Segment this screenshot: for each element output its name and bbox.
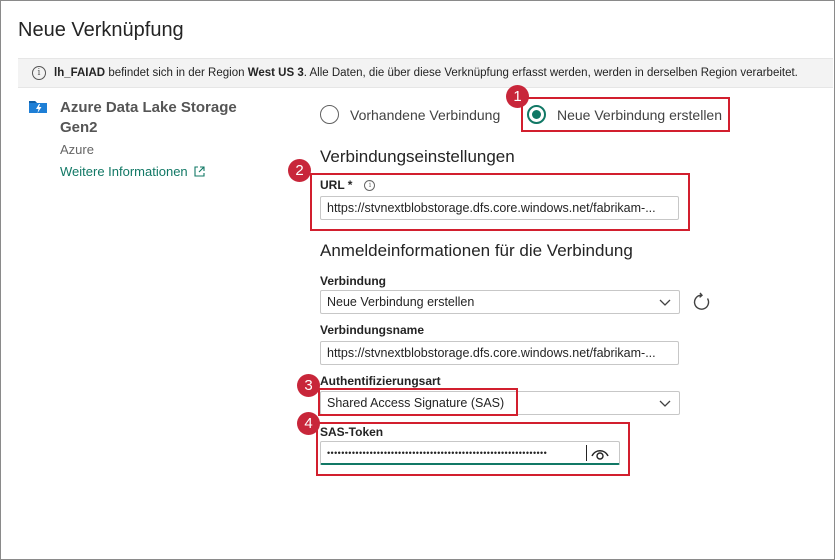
connection-name-input[interactable]: https://stvnextblobstorage.dfs.core.wind… [320, 341, 679, 365]
annotation-badge-2: 2 [288, 159, 311, 182]
radio-existing-connection[interactable]: Vorhandene Verbindung [320, 105, 500, 124]
more-info-link[interactable]: Weitere Informationen [60, 164, 205, 179]
radio-existing-circle[interactable] [320, 105, 339, 124]
chevron-down-icon [659, 400, 671, 407]
connection-select-value: Neue Verbindung erstellen [327, 295, 475, 309]
highlight-url [310, 173, 690, 231]
region-info-bar: i lh_FAIAD befindet sich in der Region W… [18, 58, 833, 88]
info-icon: i [32, 66, 46, 80]
credentials-heading: Anmeldeinformationen für die Verbindung [320, 241, 633, 260]
dialog-title: Neue Verknüpfung [18, 19, 184, 41]
auth-type-label: Authentifizierungsart [320, 374, 441, 388]
info-text-1: befindet sich in der Region [105, 67, 248, 79]
source-category: Azure [60, 142, 94, 157]
more-info-link-label: Weitere Informationen [60, 164, 188, 179]
highlight-new-connection [521, 97, 730, 132]
refresh-icon[interactable] [692, 292, 712, 312]
connection-settings-heading: Verbindungseinstellungen [320, 147, 515, 166]
region-name: West US 3 [247, 67, 304, 79]
connection-label: Verbindung [320, 274, 386, 288]
connection-name-label: Verbindungsname [320, 323, 425, 337]
radio-existing-label: Vorhandene Verbindung [350, 106, 501, 123]
annotation-badge-4: 4 [297, 412, 320, 435]
data-lake-storage-icon [29, 101, 47, 113]
highlight-sas-token [316, 422, 630, 476]
info-text-2: . Alle Daten, die über diese Verknüpfung… [303, 67, 798, 79]
external-link-icon [194, 166, 205, 177]
annotation-badge-3: 3 [297, 374, 320, 397]
source-name: Azure Data Lake Storage Gen2 [60, 99, 237, 136]
annotation-badge-1: 1 [506, 85, 529, 108]
highlight-auth-type [318, 388, 518, 416]
connection-select[interactable]: Neue Verbindung erstellen [320, 290, 680, 314]
lakehouse-name: lh_FAIAD [54, 67, 106, 79]
chevron-down-icon [659, 299, 671, 306]
